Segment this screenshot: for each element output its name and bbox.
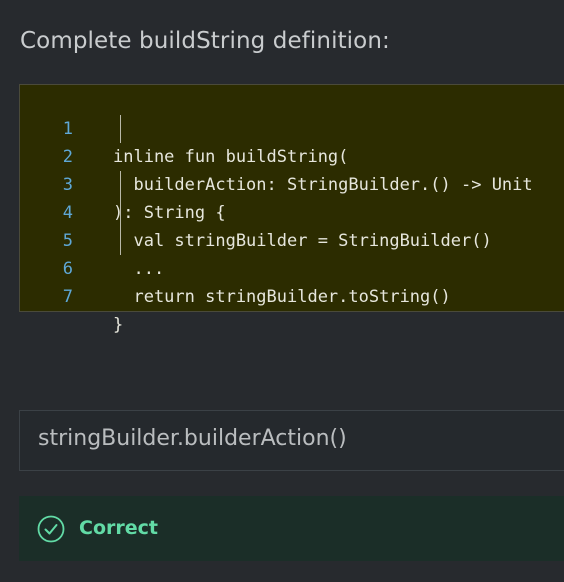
result-banner: Correct [19, 496, 564, 561]
result-label: Correct [79, 517, 158, 539]
code-text: return stringBuilder.toString() [113, 287, 451, 307]
code-text: } [113, 315, 124, 335]
answer-text: stringBuilder.builderAction() [38, 426, 347, 451]
question-prompt: Complete buildString definition: [20, 28, 390, 54]
code-line: 5 ... [20, 199, 564, 279]
code-line: 4 val stringBuilder = StringBuilder() [20, 171, 564, 251]
code-line: 7 } [20, 255, 564, 335]
code-block: 1 inline fun buildString( 2 builderActio… [19, 84, 564, 335]
check-circle-icon [37, 515, 65, 543]
answer-input[interactable]: stringBuilder.builderAction() [19, 410, 564, 471]
code-line: 1 inline fun buildString( [20, 87, 564, 167]
code-line: 3 ): String { [20, 143, 564, 223]
line-number: 7 [62, 287, 73, 307]
code-line: 2 builderAction: StringBuilder.() -> Uni… [20, 115, 564, 195]
code-line: 6 return stringBuilder.toString() [20, 227, 564, 307]
